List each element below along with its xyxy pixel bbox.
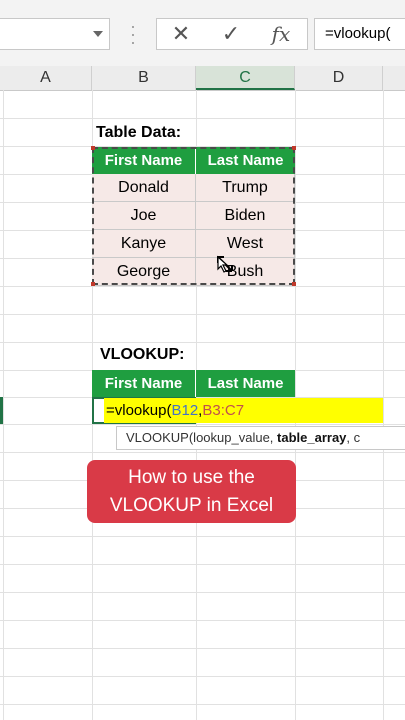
vlookup-title: VLOOKUP:	[100, 346, 185, 363]
table-cell[interactable]: Donald	[92, 174, 196, 202]
tooltip-tail: , c	[346, 430, 361, 445]
table-cell[interactable]: Joe	[92, 202, 196, 230]
column-header-a[interactable]: A	[0, 66, 92, 90]
caption-line-1: How to use the	[128, 467, 255, 488]
table-cell[interactable]: Trump	[196, 174, 295, 202]
table-data-title: Table Data:	[96, 124, 182, 141]
column-header-d[interactable]: D	[295, 66, 383, 90]
insert-function-button[interactable]: fx	[261, 21, 301, 47]
formula-prefix: =vlookup(	[106, 402, 172, 419]
table-cell[interactable]: Biden	[196, 202, 295, 230]
video-caption-overlay: How to use the VLOOKUP in Excel	[87, 460, 296, 523]
tooltip-func: VLOOKUP(lookup_value,	[126, 430, 278, 445]
chevron-down-icon[interactable]	[93, 31, 103, 37]
in-cell-formula-editor[interactable]: =vlookup(B12,B3:C7	[104, 398, 383, 423]
table-cell[interactable]: Kanye	[92, 230, 196, 258]
column-headers: A B C D	[0, 66, 405, 91]
vlookup-header-first-name[interactable]: First Name	[92, 370, 196, 397]
table-cell[interactable]: George	[92, 258, 196, 286]
column-header-b[interactable]: B	[92, 66, 196, 90]
formula-ref-lookup: B12	[171, 402, 199, 419]
name-box[interactable]	[0, 18, 110, 50]
header-first-name[interactable]: First Name	[92, 147, 196, 174]
drag-handle-icon[interactable]: · · ·	[130, 17, 136, 51]
active-row-marker	[0, 397, 3, 424]
column-header-c[interactable]: C	[196, 66, 295, 90]
checkmark-icon[interactable]: ✓	[211, 21, 251, 47]
formula-buttons: ✕ ✓ fx	[156, 18, 308, 50]
function-tooltip[interactable]: VLOOKUP(lookup_value, table_array, c	[116, 426, 405, 450]
header-last-name[interactable]: Last Name	[196, 147, 295, 174]
caption-line-2: VLOOKUP in Excel	[109, 495, 274, 516]
move-cursor-icon	[217, 255, 233, 273]
formula-bar: · · · ✕ ✓ fx =vlookup(	[0, 0, 405, 67]
table-cell[interactable]: West	[196, 230, 295, 258]
vlookup-header-last-name[interactable]: Last Name	[196, 370, 295, 397]
formula-input[interactable]: =vlookup(	[314, 18, 405, 50]
tooltip-bold-arg[interactable]: table_array	[277, 430, 346, 445]
table-cell[interactable]: Bush	[196, 258, 295, 286]
formula-ref-range: B3:C7	[202, 402, 245, 419]
cancel-x-icon[interactable]: ✕	[161, 21, 201, 47]
